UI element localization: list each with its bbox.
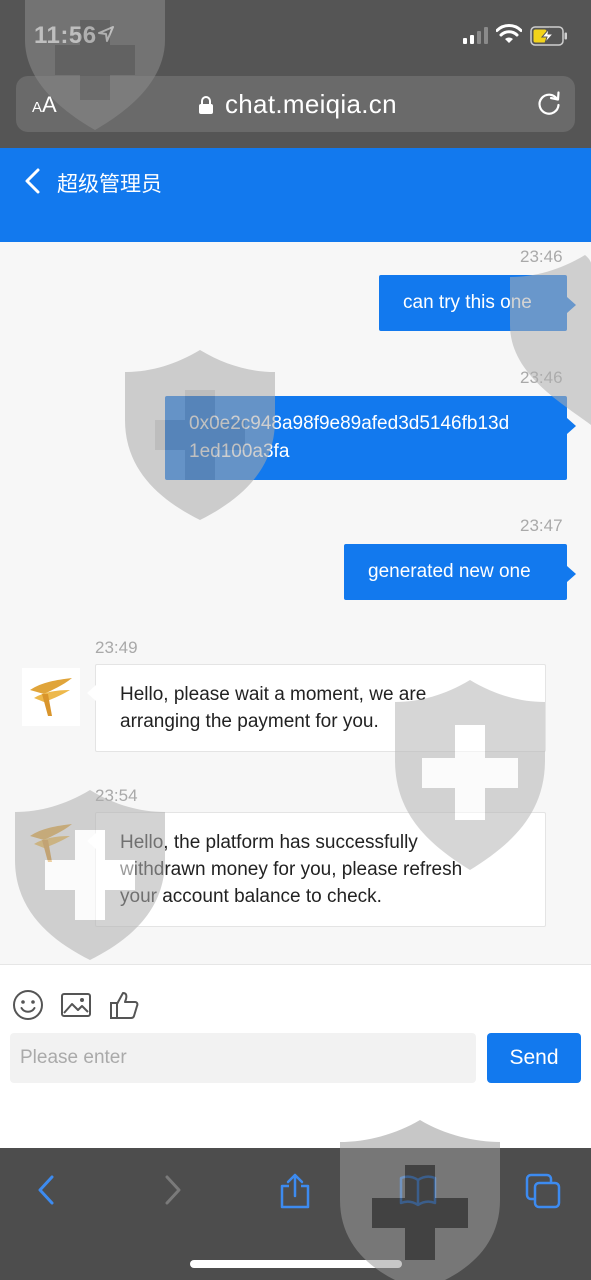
agent-avatar — [22, 814, 80, 872]
share-icon[interactable] — [278, 1172, 312, 1210]
reload-icon[interactable] — [536, 91, 562, 117]
outgoing-message[interactable]: can try this one — [379, 275, 576, 331]
home-indicator — [190, 1260, 402, 1268]
wifi-icon — [496, 24, 522, 43]
tabs-icon[interactable] — [524, 1172, 562, 1210]
agent-avatar — [22, 668, 80, 726]
thumbs-up-icon[interactable] — [108, 989, 140, 1021]
lock-icon — [199, 96, 213, 114]
message-text-line: Hello, please wait a moment, we are — [120, 684, 427, 705]
outgoing-message[interactable]: generated new one — [344, 544, 576, 600]
address-bar[interactable]: AA chat.meiqia.cn — [16, 76, 575, 132]
text-size-button[interactable]: AA — [32, 92, 57, 118]
chat-header: 超级管理员 — [0, 148, 591, 242]
location-arrow-icon — [98, 26, 114, 42]
message-text: can try this one — [403, 292, 532, 313]
back-icon[interactable] — [33, 1172, 59, 1208]
message-timestamp: 23:47 — [520, 516, 563, 535]
emoji-icon[interactable] — [12, 989, 44, 1021]
browser-toolbar — [0, 1148, 591, 1280]
status-time: 11:56 — [34, 22, 97, 49]
cellular-signal-icon — [463, 27, 488, 44]
message-composer: Send — [0, 964, 591, 1148]
message-text-line: arranging the payment for you. — [120, 711, 379, 732]
chat-messages[interactable]: 23:46 can try this one 23:46 0x0e2c948a9… — [0, 242, 591, 964]
back-button[interactable] — [20, 166, 48, 196]
message-timestamp: 23:49 — [95, 638, 138, 657]
chat-title: 超级管理员 — [57, 173, 162, 196]
message-timestamp: 23:46 — [520, 247, 563, 266]
message-text-line: 1ed100a3fa — [189, 441, 290, 462]
bookmarks-icon[interactable] — [398, 1172, 438, 1208]
message-timestamp: 23:46 — [520, 368, 563, 387]
image-icon[interactable] — [60, 989, 92, 1021]
message-text: generated new one — [368, 561, 531, 582]
message-text-line: your account balance to check. — [120, 886, 382, 907]
browser-address-area: AA chat.meiqia.cn — [0, 72, 591, 148]
message-input[interactable] — [10, 1033, 476, 1083]
status-bar: 11:56 — [0, 0, 591, 72]
message-text-line: withdrawn money for you, please refresh — [120, 859, 463, 880]
forward-icon[interactable] — [160, 1172, 186, 1208]
battery-charging-icon — [530, 26, 567, 46]
url-text[interactable]: chat.meiqia.cn — [225, 89, 397, 120]
message-text-line: Hello, the platform has successfully — [120, 832, 418, 853]
incoming-message[interactable]: Hello, please wait a moment, we are arra… — [87, 664, 546, 752]
message-timestamp: 23:54 — [95, 786, 138, 805]
outgoing-message[interactable]: 0x0e2c948a98f9e89afed3d5146fb13d 1ed100a… — [165, 396, 576, 480]
incoming-message[interactable]: Hello, the platform has successfully wit… — [87, 812, 546, 927]
send-button[interactable]: Send — [487, 1033, 581, 1083]
message-text-line: 0x0e2c948a98f9e89afed3d5146fb13d — [189, 413, 510, 434]
